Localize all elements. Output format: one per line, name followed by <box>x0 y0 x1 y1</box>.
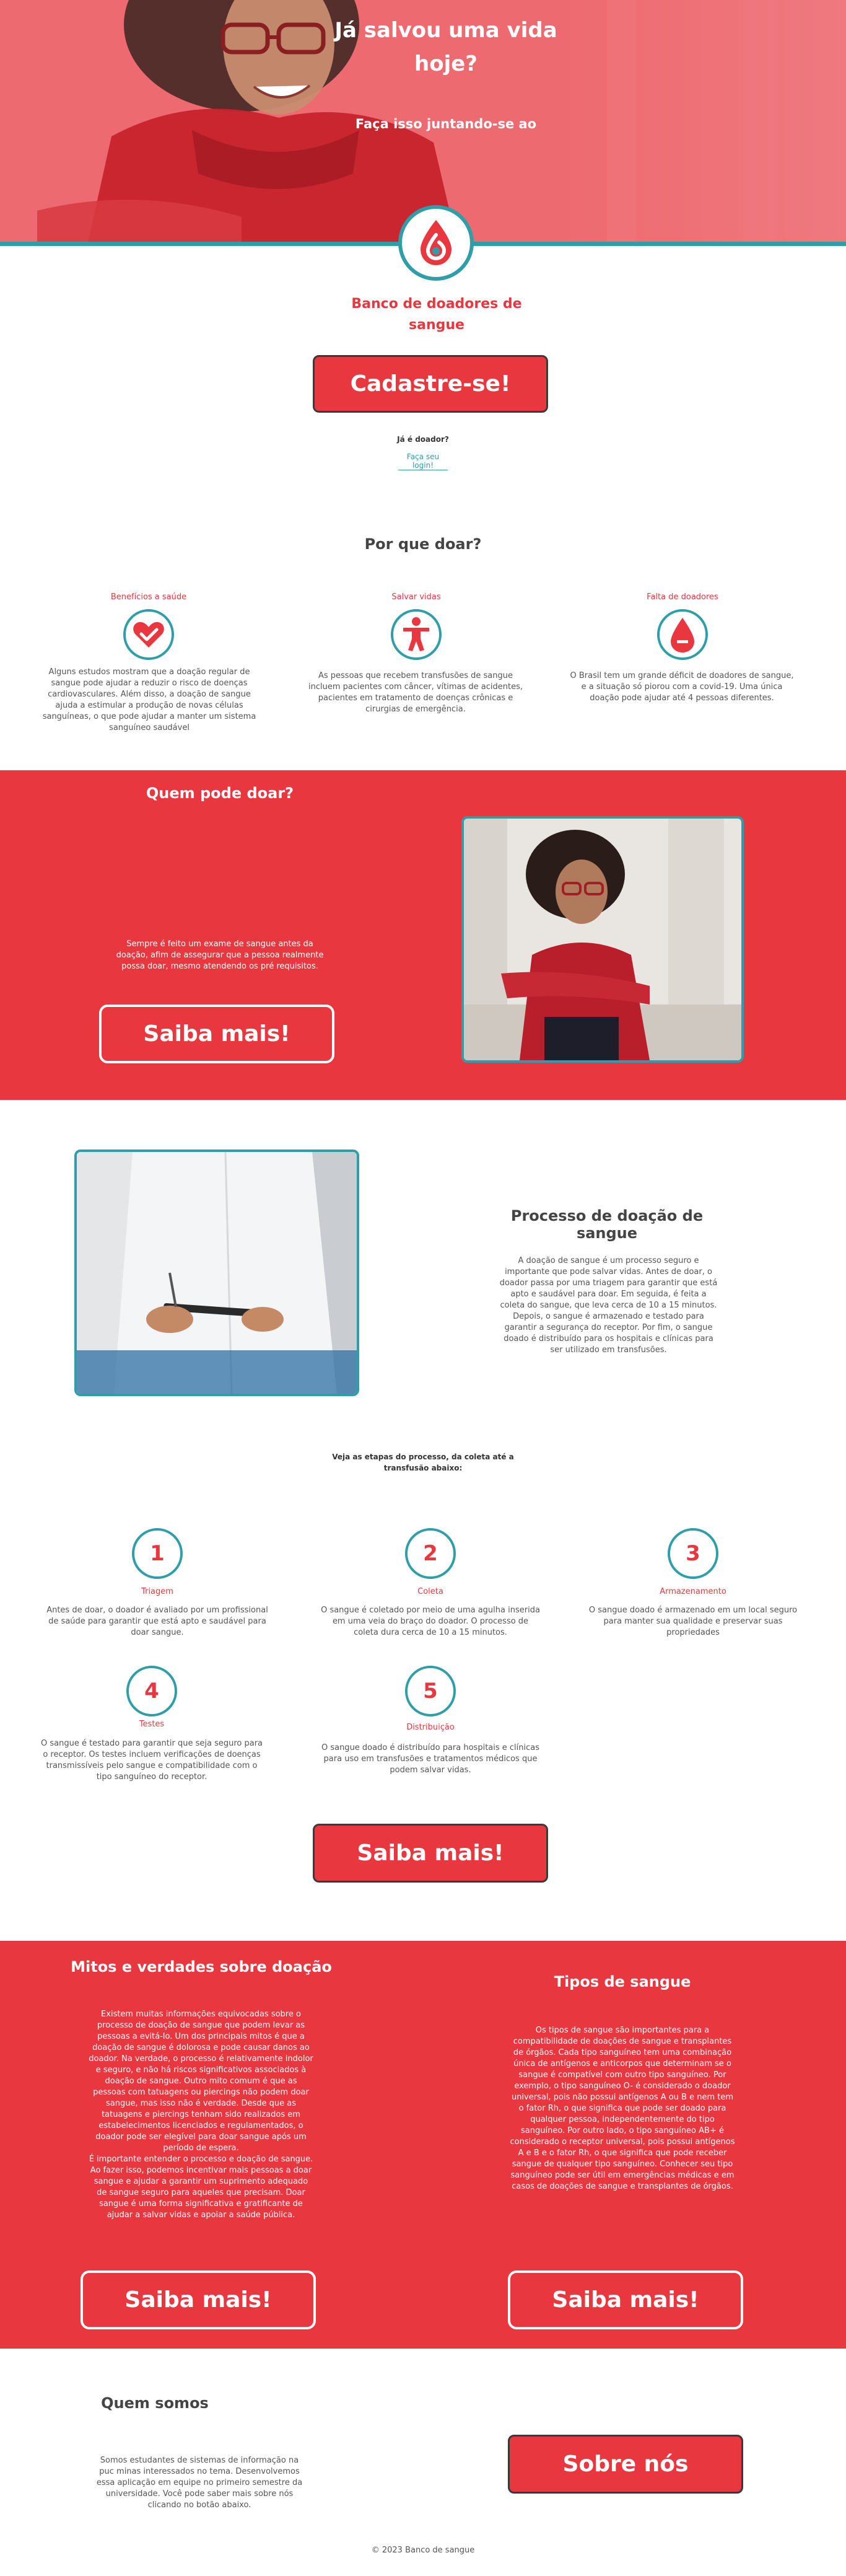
myths-learn-more-button[interactable]: Saiba mais! <box>81 2270 316 2329</box>
myths-text-1: Existem muitas informações equivocadas s… <box>89 2010 313 2153</box>
feature-label-save-lives: Salvar vidas <box>391 592 441 602</box>
process-photo <box>74 1150 359 1396</box>
blood-drop-minus-icon <box>657 609 708 660</box>
blood-types-title: Tipos de sangue <box>554 1973 691 1990</box>
who-can-donate-section: Quem pode doar? Sempre é feito um exame … <box>0 770 846 1100</box>
step-5-text: O sangue doado é distribuído para hospit… <box>321 1743 540 1775</box>
process-text: A doação de sangue é um processo seguro … <box>499 1256 718 1355</box>
step-3-icon: 3 <box>668 1528 718 1579</box>
hero-subtitle: Faça isso juntando-se ao <box>355 116 537 131</box>
feature-label-health: Benefícios a saúde <box>110 592 187 602</box>
process-steps-intro: Veja as etapas do processo, da coleta at… <box>332 1453 514 1472</box>
why-donate-title: Por que doar? <box>364 535 482 553</box>
myths-and-types-section: Mitos e verdades sobre doação Existem mu… <box>0 1941 846 2349</box>
feature-label-shortage: Falta de doadores <box>647 592 718 602</box>
hero-banner: Já salvou uma vida hoje? Faça isso junta… <box>0 0 846 242</box>
about-text: Somos estudantes de sistemas de informaç… <box>96 2456 303 2510</box>
feature-text-shortage: O Brasil tem um grande déficit de doador… <box>570 671 794 703</box>
hero-column-backdrop <box>557 0 846 242</box>
signup-button[interactable]: Cadastre-se! <box>313 355 548 413</box>
blood-types-text: Os tipos de sangue são importantes para … <box>510 2026 735 2191</box>
step-3-text: O sangue doado é armazenado em um local … <box>588 1606 798 1637</box>
footer-copyright: © 2023 Banco de sangue <box>371 2546 475 2555</box>
process-title: Processo de doação de sangue <box>510 1207 704 1242</box>
step-1-icon: 1 <box>132 1528 183 1579</box>
step-4-text: O sangue é testado para garantir que sej… <box>40 1739 263 1782</box>
step-2-text: O sangue é coletado por meio de uma agul… <box>321 1606 540 1637</box>
about-title: Quem somos <box>101 2394 209 2412</box>
feature-text-save-lives: As pessoas que recebem transfusões de sa… <box>308 671 523 714</box>
step-2-label: Coleta <box>417 1587 443 1596</box>
who-can-donate-text: Sempre é feito um exame de sangue antes … <box>116 939 324 971</box>
login-link[interactable]: Faça seu login! <box>398 452 448 470</box>
already-donor-text: Já é doador? <box>397 435 449 444</box>
myths-title: Mitos e verdades sobre doação <box>71 1958 332 1976</box>
who-photo <box>461 816 744 1063</box>
who-can-donate-title: Quem pode doar? <box>146 785 294 802</box>
types-learn-more-button[interactable]: Saiba mais! <box>508 2270 743 2329</box>
feature-text-health: Alguns estudos mostram que a doação regu… <box>42 667 256 732</box>
who-learn-more-button[interactable]: Saiba mais! <box>99 1004 334 1063</box>
blood-drop-logo-icon <box>398 205 474 281</box>
step-2-icon: 2 <box>405 1528 456 1579</box>
about-us-button[interactable]: Sobre nós <box>508 2435 743 2494</box>
step-5-icon: 5 <box>405 1666 456 1717</box>
step-5-label: Distribuição <box>406 1723 455 1732</box>
hero-title: Já salvou uma vida hoje? <box>334 18 557 76</box>
process-learn-more-button[interactable]: Saiba mais! <box>313 1824 548 1883</box>
step-4-icon: 4 <box>126 1666 177 1717</box>
step-1-label: Triagem <box>141 1587 173 1596</box>
myths-text-2: É importante entender o processo e doaçã… <box>89 2155 313 2220</box>
page: Já salvou uma vida hoje? Faça isso junta… <box>0 0 846 2576</box>
brand-name: Banco de doadores de sangue <box>351 296 522 333</box>
heart-check-icon <box>123 609 174 660</box>
step-4-label: Testes <box>139 1720 165 1729</box>
person-icon <box>391 609 442 660</box>
step-3-label: Armazenamento <box>660 1587 726 1596</box>
step-1-text: Antes de doar, o doador é avaliado por u… <box>46 1606 268 1637</box>
